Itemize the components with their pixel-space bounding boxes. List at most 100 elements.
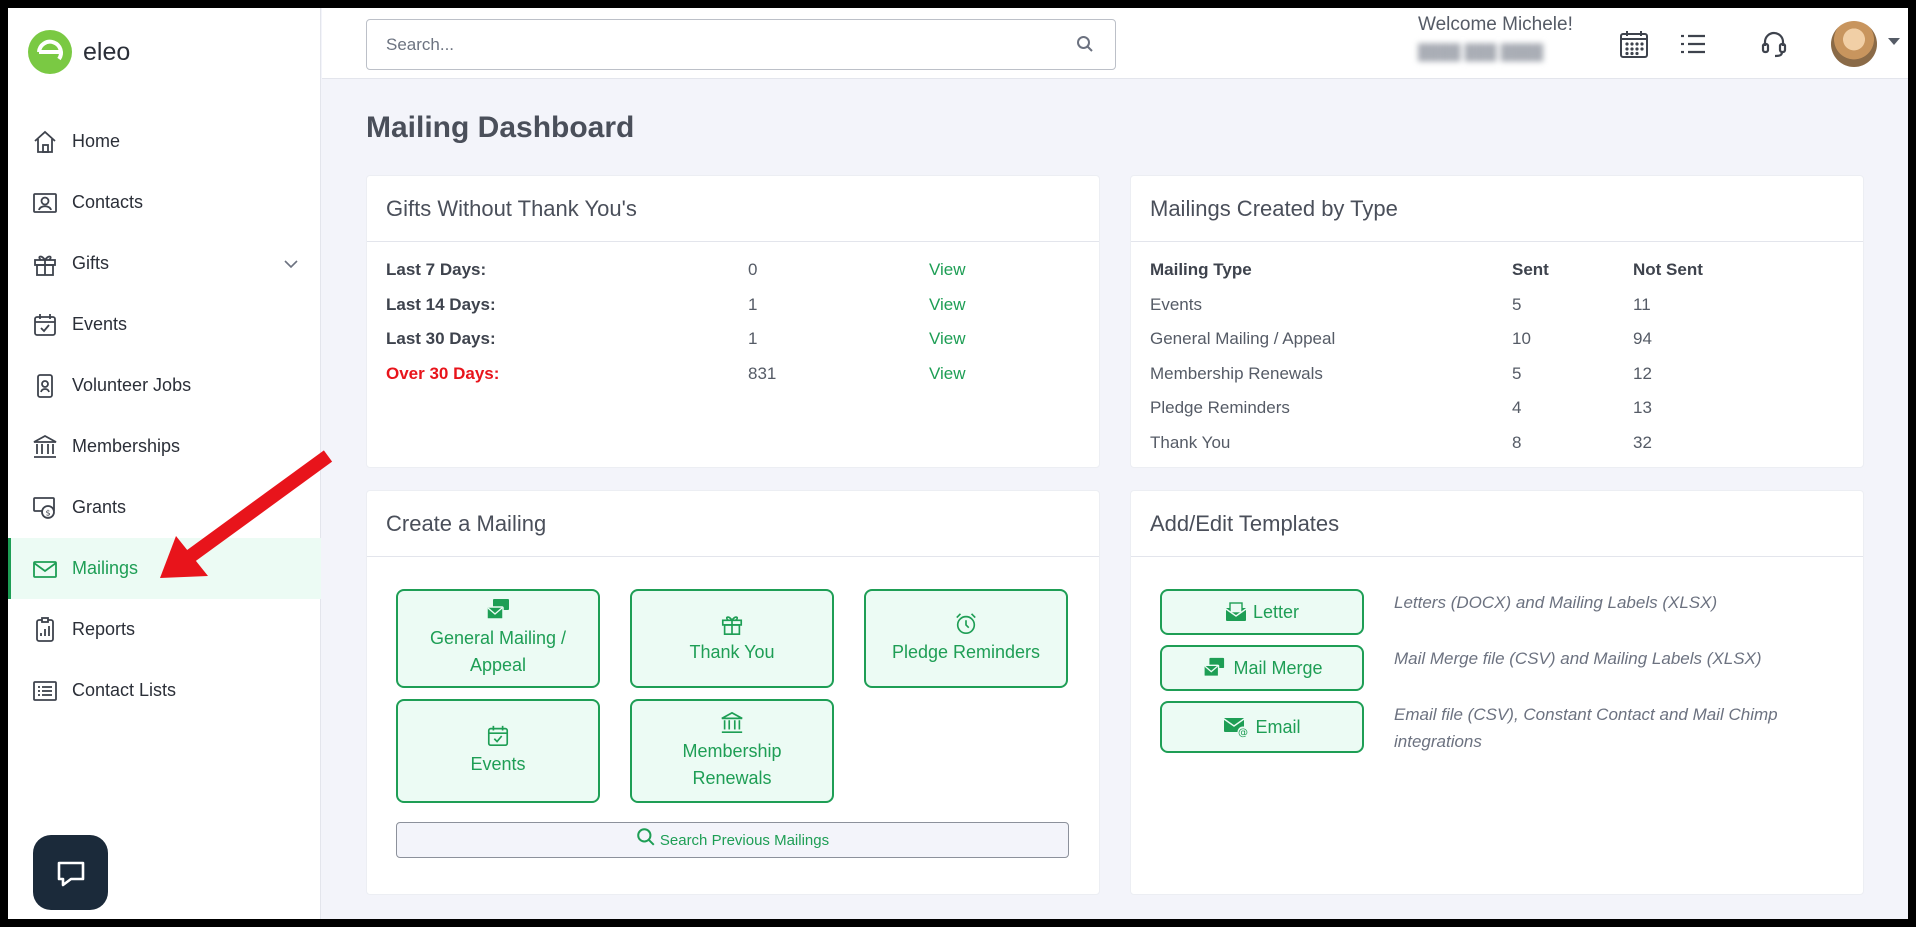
bank-icon [30,432,60,462]
gift-count: 0 [748,260,758,279]
sidebar-item-volunteer-jobs[interactable]: Volunteer Jobs [8,355,321,416]
list-icon [30,676,60,706]
not-sent-cell: 13 [1633,398,1652,417]
sent-cell: 5 [1512,295,1522,314]
page-title: Mailing Dashboard [366,111,635,144]
table-row: Pledge Reminders 4 13 [1150,398,1844,426]
gift-count: 831 [748,364,777,383]
gift-icon [720,612,744,636]
gift-count: 1 [748,295,758,314]
sidebar-item-contact-lists[interactable]: Contact Lists [8,660,321,721]
money-icon: $ [30,493,60,523]
calendar-grid-icon[interactable] [1614,24,1654,64]
view-link[interactable]: View [929,364,966,384]
redacted-organization-text: ████ ███ ████ [1418,44,1544,61]
sidebar-item-reports[interactable]: Reports [8,599,321,660]
create-mailing-card: Create a Mailing General Mailing / Appea… [366,490,1100,895]
gift-period-label-overdue: Over 30 Days: [386,364,500,383]
sidebar-item-label: Home [72,131,121,151]
search-icon [636,827,656,847]
gift-period-label: Last 14 Days: [386,295,496,314]
avatar[interactable] [1831,21,1877,67]
calendar-check-icon [486,724,510,748]
chat-support-button[interactable] [33,835,108,910]
tile-label: Appeal [469,655,527,675]
search-previous-mailings-button[interactable]: Search Previous Mailings [396,822,1069,858]
letter-icon [1225,602,1247,622]
search-input[interactable] [366,19,1116,70]
gift-row: Last 7 Days: 0 View [386,260,1080,288]
headset-support-icon[interactable] [1754,24,1794,64]
sidebar-item-gifts[interactable]: Gifts [8,233,321,294]
tile-label: Thank You [689,641,775,662]
email-template-button[interactable]: @ Email [1160,701,1364,753]
chat-bubble-icon [53,855,89,891]
topbar: Welcome Michele! ████ ███ ████ [322,8,1908,79]
gifts-without-thank-you-card: Gifts Without Thank You's Last 7 Days: 0… [366,175,1100,468]
events-button[interactable]: Events [396,699,600,803]
app-window: eleo Home Contacts Gifts Events Voluntee… [8,8,1908,919]
gift-row: Over 30 Days: 831 View [386,364,1080,392]
not-sent-cell: 32 [1633,433,1652,452]
sidebar-item-contacts[interactable]: Contacts [8,172,321,233]
column-header: Mailing Type [1150,260,1252,279]
sent-cell: 4 [1512,398,1522,417]
email-at-icon: @ [1223,716,1249,738]
membership-renewals-button[interactable]: Membership Renewals [630,699,834,803]
welcome-message: Welcome Michele! [1418,14,1573,35]
templates-card: Add/Edit Templates Letter Letters (DOCX)… [1130,490,1864,895]
tile-label: General Mailing / [429,628,567,648]
mailing-type-cell: Pledge Reminders [1150,398,1290,417]
column-header: Not Sent [1633,260,1703,279]
caret-down-icon[interactable] [1888,38,1900,45]
general-mailing-button[interactable]: General Mailing / Appeal [396,589,600,688]
gift-row: Last 14 Days: 1 View [386,295,1080,323]
gift-period-label: Last 30 Days: [386,329,496,348]
mail-stack-icon [485,598,511,622]
svg-text:$: $ [45,508,50,517]
sidebar-nav: Home Contacts Gifts Events Volunteer Job… [8,111,321,721]
card-title: Gifts Without Thank You's [367,176,1099,242]
card-title: Add/Edit Templates [1131,491,1863,557]
button-label: Mail Merge [1233,657,1323,678]
not-sent-cell: 12 [1633,364,1652,383]
chevron-down-icon[interactable] [283,253,299,274]
view-link[interactable]: View [929,329,966,349]
search-icon[interactable] [1076,35,1094,58]
table-row: Thank You 8 32 [1150,433,1844,461]
mailing-type-cell: Membership Renewals [1150,364,1323,383]
home-icon [30,127,60,157]
gift-row: Last 30 Days: 1 View [386,329,1080,357]
column-header: Sent [1512,260,1549,279]
sidebar-item-label: Reports [72,619,136,639]
mailing-type-cell: Thank You [1150,433,1231,452]
sidebar-item-home[interactable]: Home [8,111,321,172]
mail-merge-template-button[interactable]: Mail Merge [1160,645,1364,691]
sidebar-item-label: Events [72,314,128,334]
gift-count: 1 [748,329,758,348]
sidebar-item-events[interactable]: Events [8,294,321,355]
annotation-arrow [160,450,333,578]
tile-label: Membership [682,740,782,761]
thank-you-button[interactable]: Thank You [630,589,834,688]
logo-text: eleo [83,37,131,66]
button-label: Email [1255,716,1301,737]
report-icon [30,615,60,645]
view-link[interactable]: View [929,260,966,280]
sent-cell: 5 [1512,364,1522,383]
table-row: Events 5 11 [1150,295,1844,323]
gift-icon [30,249,60,279]
template-description: Letters (DOCX) and Mailing Labels (XLSX) [1394,593,1718,612]
view-link[interactable]: View [929,295,966,315]
mail-stack-icon [1201,657,1227,679]
template-description: Mail Merge file (CSV) and Mailing Labels… [1394,649,1762,668]
pledge-reminders-button[interactable]: Pledge Reminders [864,589,1068,688]
sidebar-item-label: Contact Lists [72,680,177,700]
sidebar-item-label: Contacts [72,192,144,212]
badge-icon [30,371,60,401]
letter-template-button[interactable]: Letter [1160,589,1364,635]
task-list-icon[interactable] [1673,24,1713,64]
svg-text:@: @ [1238,728,1248,739]
logo[interactable]: eleo [28,30,130,74]
contact-card-icon [30,188,60,218]
